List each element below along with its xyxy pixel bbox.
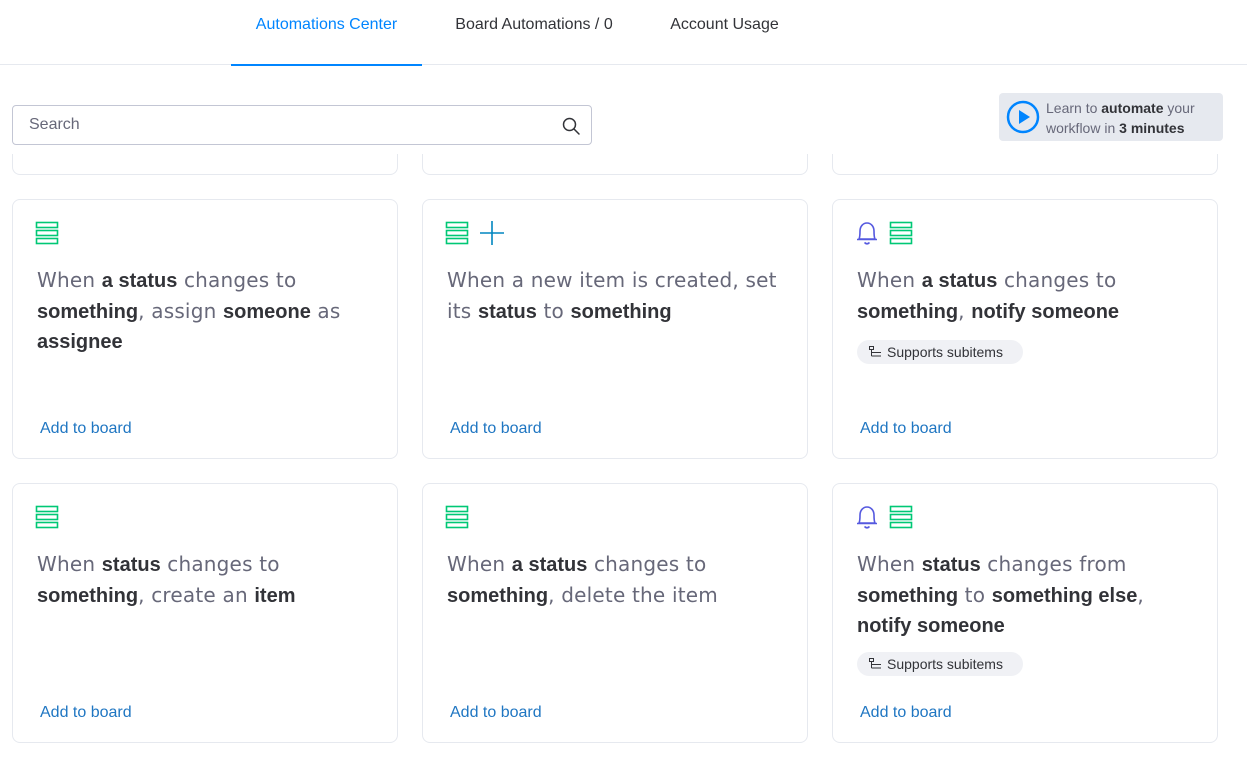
recipe-text: to xyxy=(536,299,571,323)
add-to-board-link[interactable]: Add to board xyxy=(450,420,542,438)
item-icon xyxy=(445,221,469,245)
recipe-text: changes to xyxy=(177,268,297,292)
recipe-icons xyxy=(35,504,59,530)
recipe-field: something else xyxy=(991,585,1138,607)
recipe-field: a status xyxy=(101,270,178,292)
recipe-icons xyxy=(35,220,59,246)
recipe-sentence: When a status changes to something, assi… xyxy=(37,265,377,357)
add-to-board-link[interactable]: Add to board xyxy=(450,704,542,722)
recipe-text: When xyxy=(857,552,922,576)
recipe-text: When xyxy=(37,268,102,292)
recipe-icons xyxy=(445,220,505,246)
tab-bar: Automations Center Board Automations / 0… xyxy=(0,0,1247,66)
recipe-field: status xyxy=(101,554,161,576)
automation-recipe-card[interactable]: When a status changes to something, assi… xyxy=(12,199,398,459)
recipe-icons xyxy=(855,220,913,246)
recipe-field: status xyxy=(921,554,981,576)
supports-subitems-badge: Supports subitems xyxy=(857,340,1023,364)
add-to-board-link[interactable]: Add to board xyxy=(40,420,132,438)
recipe-text: changes to xyxy=(997,268,1117,292)
recipe-text: , delete the item xyxy=(548,583,718,607)
add-to-board-link[interactable]: Add to board xyxy=(860,704,952,722)
recipe-icons xyxy=(855,504,913,530)
recipe-field: item xyxy=(254,585,296,607)
recipe-text: changes to xyxy=(160,552,280,576)
automation-recipe-card[interactable]: When a status changes to something, noti… xyxy=(832,199,1218,459)
item-icon xyxy=(889,505,913,529)
recipe-sentence: When a status changes to something, noti… xyxy=(857,265,1197,327)
tab-account-usage[interactable]: Account Usage xyxy=(652,0,797,65)
recipe-text: , create an xyxy=(138,583,255,607)
tab-board-automations[interactable]: Board Automations / 0 xyxy=(440,0,628,65)
search-input[interactable] xyxy=(13,106,553,144)
recipe-field: someone xyxy=(223,301,311,323)
plus-icon xyxy=(479,220,505,246)
recipe-text: changes to xyxy=(587,552,707,576)
recipe-sentence: When status changes to something, create… xyxy=(37,549,377,611)
recipe-sentence: When a new item is created, set its stat… xyxy=(447,265,787,327)
recipe-text: as xyxy=(310,299,341,323)
recipe-field: something xyxy=(37,585,139,607)
add-to-board-link[interactable]: Add to board xyxy=(860,420,952,438)
recipe-text: , xyxy=(958,299,972,323)
recipe-field: something xyxy=(37,301,139,323)
tab-automations-center[interactable]: Automations Center xyxy=(231,0,422,66)
recipe-sentence: When a status changes to something, dele… xyxy=(447,549,787,611)
recipe-field: a status xyxy=(511,554,588,576)
automation-recipe-card[interactable]: When status changes to something, create… xyxy=(12,483,398,743)
recipe-text: changes from xyxy=(980,552,1127,576)
recipe-field: a status xyxy=(921,270,998,292)
bell-icon xyxy=(855,220,879,246)
recipe-text: When xyxy=(447,552,512,576)
recipe-field: notify someone xyxy=(971,301,1120,323)
item-icon xyxy=(445,505,469,529)
recipe-field: status xyxy=(477,301,537,323)
recipe-icons xyxy=(445,504,469,530)
play-icon xyxy=(1006,100,1040,134)
automation-recipe-card[interactable]: When status changes from something to so… xyxy=(832,483,1218,743)
recipe-text: , assign xyxy=(138,299,224,323)
subitems-icon xyxy=(869,346,881,357)
item-icon xyxy=(35,505,59,529)
recipe-field: something xyxy=(570,301,672,323)
add-to-board-link[interactable]: Add to board xyxy=(40,704,132,722)
recipe-text: to xyxy=(958,583,992,607)
recipe-text: , xyxy=(1137,583,1144,607)
recipe-field: something xyxy=(857,585,959,607)
learn-text: Learn to automate your workflow in 3 min… xyxy=(1046,100,1195,136)
recipe-sentence: When status changes from something to so… xyxy=(857,549,1197,641)
recipe-field: something xyxy=(857,301,959,323)
recipe-text: When xyxy=(857,268,922,292)
automation-recipe-card[interactable]: When a new item is created, set its stat… xyxy=(422,199,808,459)
subitems-icon xyxy=(869,658,881,669)
item-icon xyxy=(35,221,59,245)
badge-label: Supports subitems xyxy=(887,344,1003,360)
learn-video-banner[interactable]: Learn to automate your workflow in 3 min… xyxy=(999,93,1223,141)
bell-icon xyxy=(855,504,879,530)
search-box xyxy=(12,105,592,145)
search-icon[interactable] xyxy=(561,116,581,136)
supports-subitems-badge: Supports subitems xyxy=(857,652,1023,676)
item-icon xyxy=(889,221,913,245)
recipe-field: something xyxy=(447,585,549,607)
recipe-field: assignee xyxy=(37,331,123,353)
recipe-field: notify someone xyxy=(857,615,1005,637)
badge-label: Supports subitems xyxy=(887,656,1003,672)
automation-recipe-card[interactable]: When a status changes to something, dele… xyxy=(422,483,808,743)
recipe-text: When xyxy=(37,552,102,576)
